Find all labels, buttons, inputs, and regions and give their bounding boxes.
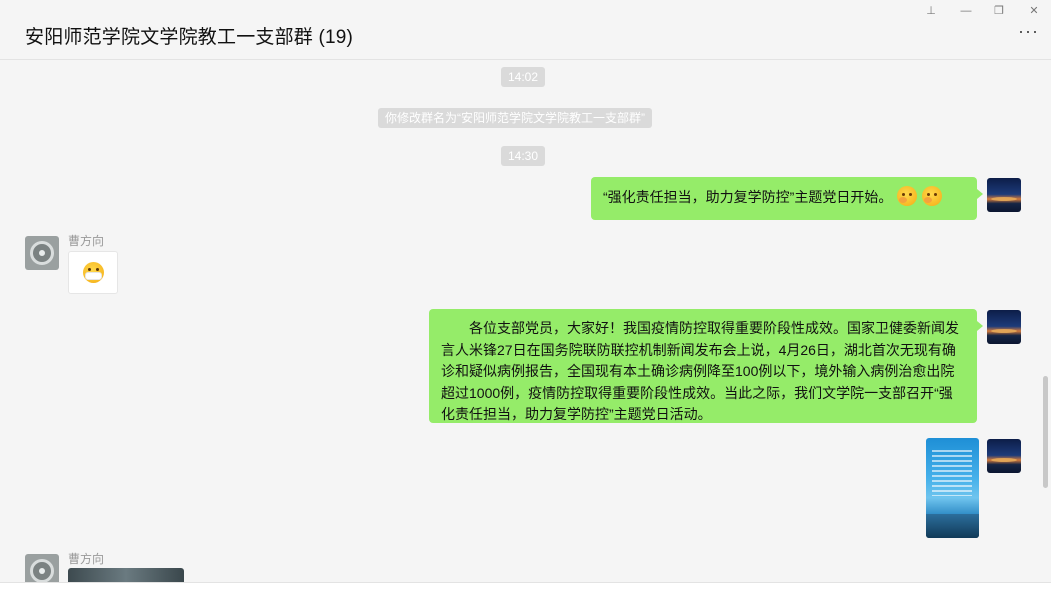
chat-window: 安阳师范学院文学院教工一支部群 (19) ⊥ — ❐ ✕ ··· 14:02 你…: [0, 0, 1051, 589]
pin-icon[interactable]: ⊥: [923, 4, 939, 18]
timestamp: 14:30: [501, 146, 546, 166]
face-with-mask-emoji-icon: [83, 262, 104, 283]
scrollbar[interactable]: [1043, 376, 1048, 488]
chat-title: 安阳师范学院文学院教工一支部群 (19): [25, 27, 354, 48]
sender-name: 曹方向: [68, 552, 105, 566]
message-bubble-self[interactable]: “强化责任担当，助力复学防控”主题党日开始。: [591, 177, 983, 220]
self-avatar[interactable]: [987, 310, 1021, 344]
image-message[interactable]: [68, 568, 184, 582]
sender-name: 曹方向: [68, 234, 105, 248]
message-list[interactable]: 14:02 你修改群名为“安阳师范学院文学院教工一支部群” 14:30 “强化责…: [0, 61, 1051, 582]
more-options-icon[interactable]: ···: [1018, 22, 1039, 40]
message-text: 各位支部党员，大家好！我国疫情防控取得重要阶段性成效。国家卫健委新闻发言人米锋2…: [441, 320, 959, 422]
title-bar: 安阳师范学院文学院教工一支部群 (19) ⊥ — ❐ ✕ ···: [0, 0, 1051, 60]
blush-emoji-icon: [897, 186, 918, 206]
self-avatar[interactable]: [987, 178, 1021, 212]
message-bubble-self[interactable]: 各位支部党员，大家好！我国疫情防控取得重要阶段性成效。国家卫健委新闻发言人米锋2…: [429, 309, 983, 423]
restore-icon[interactable]: ❐: [991, 4, 1007, 18]
sender-avatar[interactable]: [25, 554, 59, 582]
self-avatar[interactable]: [987, 439, 1021, 473]
input-area[interactable]: [0, 583, 1051, 589]
system-notice: 你修改群名为“安阳师范学院文学院教工一支部群”: [378, 108, 652, 128]
timestamp: 14:02: [501, 67, 546, 87]
sticker-message[interactable]: [68, 251, 118, 294]
message-text: “强化责任担当，助力复学防控”主题党日开始。: [603, 189, 893, 205]
image-message[interactable]: [926, 438, 979, 538]
blush-emoji-icon: [922, 186, 943, 206]
close-icon[interactable]: ✕: [1026, 4, 1042, 18]
sender-avatar[interactable]: [25, 236, 59, 270]
minimize-icon[interactable]: —: [958, 4, 974, 18]
